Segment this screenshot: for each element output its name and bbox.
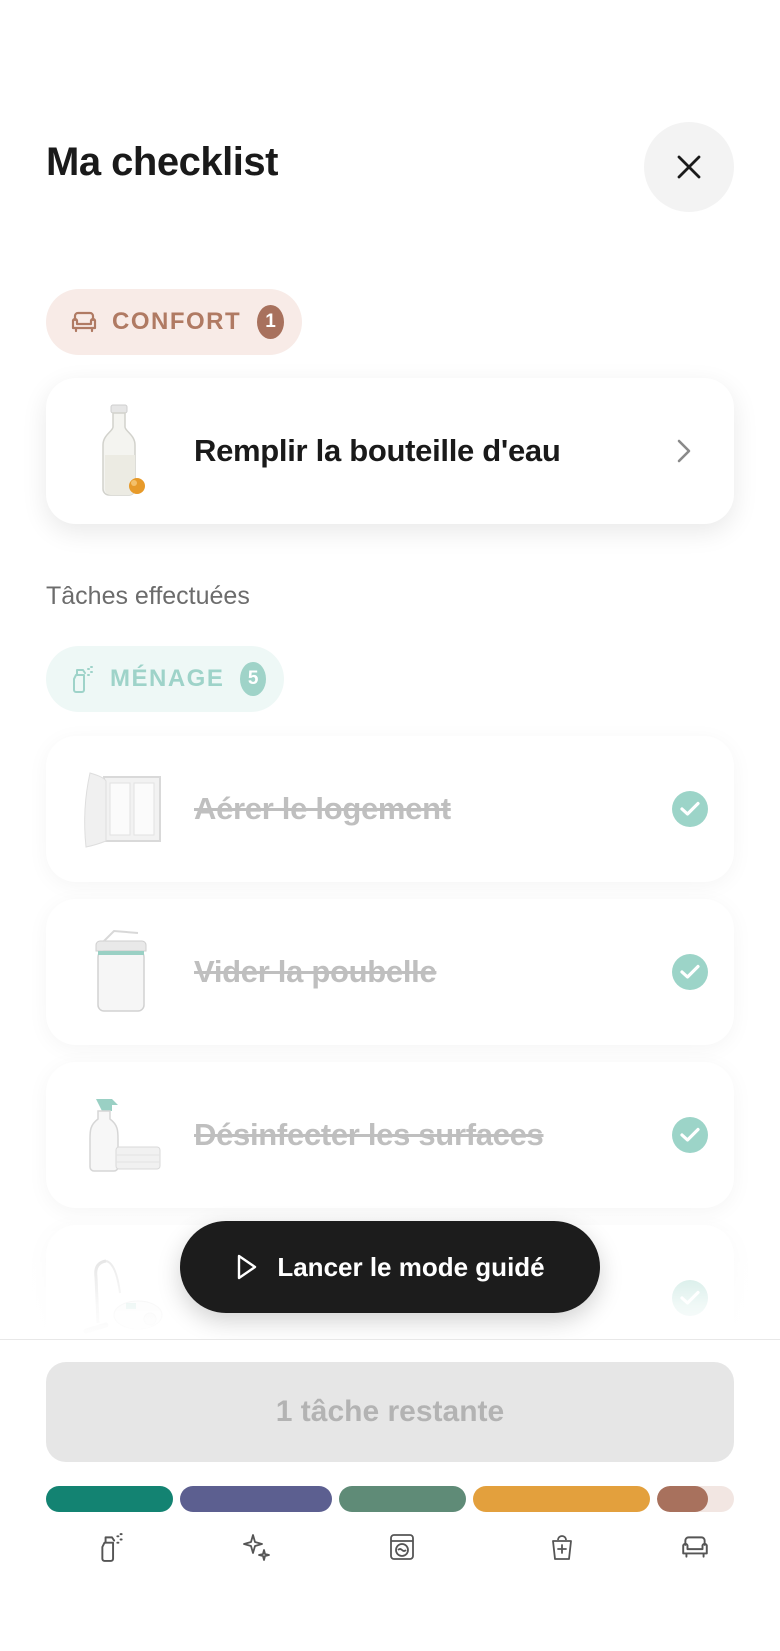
open-window-image bbox=[76, 759, 166, 859]
task-label: Vider la poubelle bbox=[194, 954, 437, 989]
task-card-remplir-bouteille[interactable]: Remplir la bouteille d'eau bbox=[46, 378, 734, 524]
armchair-icon[interactable] bbox=[678, 1530, 712, 1564]
category-label: CONFORT bbox=[112, 308, 242, 335]
spray-bottle-icon[interactable] bbox=[95, 1530, 129, 1564]
guided-mode-label: Lancer le mode guidé bbox=[277, 1251, 545, 1282]
category-count-badge: 5 bbox=[240, 662, 266, 696]
category-chip-confort: CONFORT 1 bbox=[46, 289, 302, 355]
progress-bar-comfort bbox=[657, 1486, 734, 1512]
spray-and-cloth-image bbox=[76, 1085, 166, 1185]
page-title: Ma checklist bbox=[46, 140, 278, 184]
remaining-tasks-button[interactable]: 1 tâche restante bbox=[46, 1362, 734, 1462]
task-card-aerer-logement[interactable]: Aérer le logement bbox=[46, 736, 734, 882]
task-card-vider-poubelle[interactable]: Vider la poubelle bbox=[46, 899, 734, 1045]
chevron-right-icon bbox=[664, 438, 704, 464]
completed-section-label: Tâches effectuées bbox=[46, 582, 250, 610]
task-label: Aérer le logement bbox=[194, 791, 451, 826]
category-count-badge: 1 bbox=[257, 305, 284, 339]
category-label: MÉNAGE bbox=[110, 665, 225, 692]
play-icon bbox=[238, 1254, 257, 1280]
spray-bottle-icon bbox=[70, 665, 96, 693]
check-circle-icon bbox=[672, 791, 708, 827]
armchair-icon bbox=[70, 308, 98, 336]
washing-machine-icon[interactable] bbox=[385, 1530, 419, 1564]
divider bbox=[0, 1339, 780, 1340]
progress-bar-cleaning bbox=[46, 1486, 173, 1512]
task-label: Désinfecter les surfaces bbox=[194, 1117, 544, 1152]
progress-bar-laundry bbox=[339, 1486, 466, 1512]
progress-bar-comfort-fill bbox=[657, 1486, 708, 1512]
progress-bar-supplies bbox=[473, 1486, 650, 1512]
category-chip-menage: MÉNAGE 5 bbox=[46, 646, 284, 712]
close-icon bbox=[677, 155, 701, 179]
sparkles-icon[interactable] bbox=[240, 1530, 274, 1564]
trash-bin-image bbox=[76, 922, 166, 1022]
close-button[interactable] bbox=[644, 122, 734, 212]
task-label: Remplir la bouteille d'eau bbox=[194, 433, 561, 468]
guided-mode-button[interactable]: Lancer le mode guidé bbox=[180, 1221, 600, 1313]
remaining-tasks-label: 1 tâche restante bbox=[275, 1395, 505, 1428]
progress-bar-sparkle bbox=[180, 1486, 332, 1512]
check-circle-icon bbox=[672, 954, 708, 990]
supplies-bag-icon[interactable] bbox=[545, 1530, 579, 1564]
water-bottle-image bbox=[76, 401, 166, 501]
task-card-desinfecter-surfaces[interactable]: Désinfecter les surfaces bbox=[46, 1062, 734, 1208]
check-circle-icon bbox=[672, 1117, 708, 1153]
